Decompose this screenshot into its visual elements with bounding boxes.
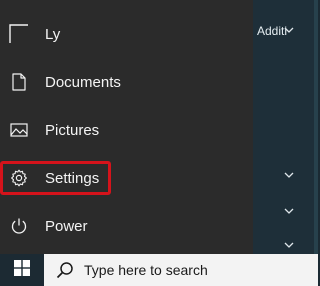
start-menu-user[interactable]: Ly: [0, 10, 253, 58]
start-button[interactable]: [0, 254, 44, 286]
user-avatar-icon: [9, 24, 29, 44]
windows-logo-icon: [14, 259, 30, 281]
start-menu-documents-label: Documents: [45, 73, 121, 91]
search-placeholder: Type here to search: [84, 262, 208, 278]
start-menu-documents[interactable]: Documents: [0, 58, 253, 106]
scrollbar[interactable]: [314, 0, 318, 254]
picture-icon: [9, 120, 29, 140]
start-menu-pictures[interactable]: Pictures: [0, 106, 253, 154]
expand-chevron-icon[interactable]: [284, 208, 294, 214]
start-menu-pane: Ly Documents Pictures Settings Power: [0, 0, 253, 254]
power-icon: [9, 216, 29, 236]
search-icon: [56, 261, 74, 279]
expand-chevron-icon[interactable]: [284, 27, 294, 33]
document-icon: [9, 72, 29, 92]
expand-chevron-icon[interactable]: [284, 242, 294, 248]
start-menu-pictures-label: Pictures: [45, 121, 100, 139]
taskbar: Type here to search: [0, 254, 318, 286]
start-menu-power-label: Power: [45, 217, 88, 235]
start-menu-power[interactable]: Power: [0, 202, 253, 250]
taskbar-search-box[interactable]: Type here to search: [44, 254, 318, 286]
settings-highlight-box: [0, 161, 111, 195]
background-app-text: Additi: [257, 24, 288, 38]
expand-chevron-icon[interactable]: [284, 172, 294, 178]
start-menu-user-label: Ly: [45, 25, 61, 43]
background-app-panel: [253, 0, 318, 254]
